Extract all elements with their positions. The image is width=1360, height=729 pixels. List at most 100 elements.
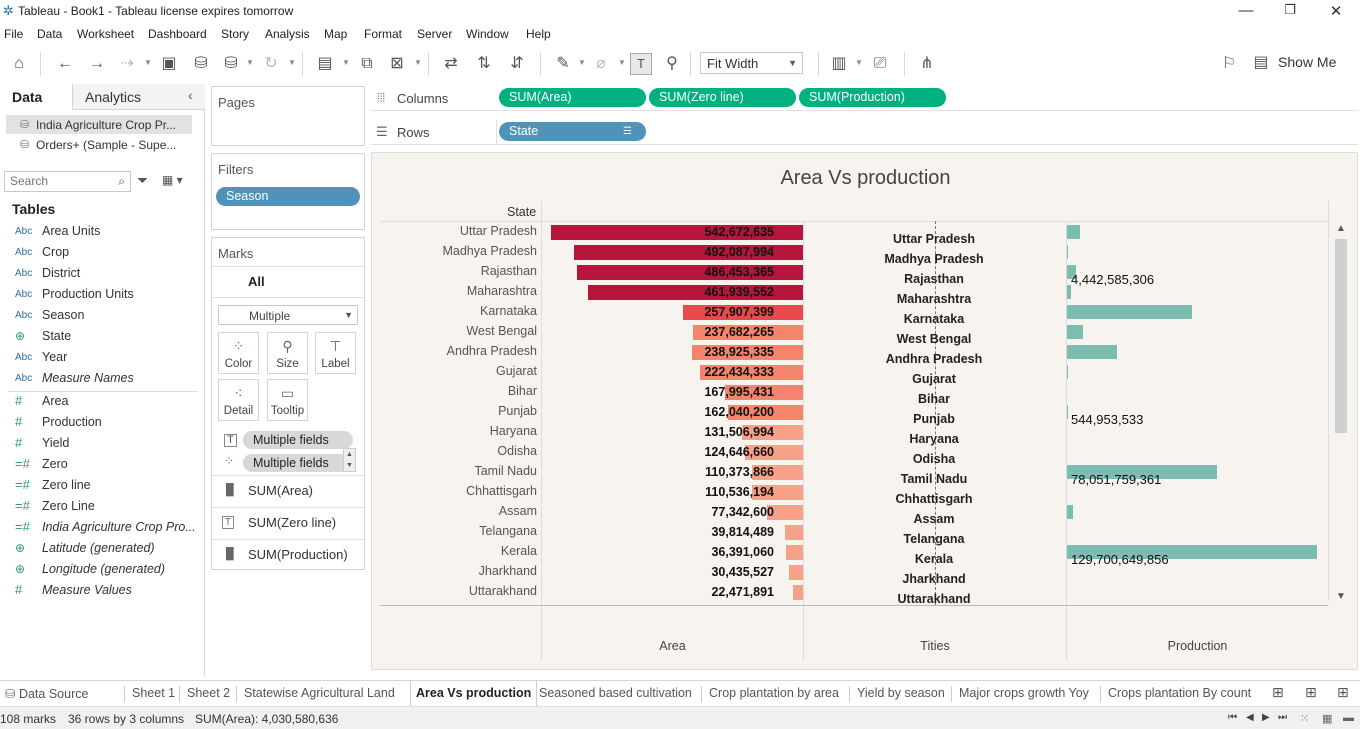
undo-icon[interactable]: ← <box>54 54 76 74</box>
field-zero-line[interactable]: =# Zero line <box>0 476 200 496</box>
menu-analysis[interactable]: Analysis <box>265 27 310 41</box>
fix-axes-icon[interactable]: ▥ <box>828 54 850 74</box>
state-row-label[interactable]: Assam <box>372 504 537 518</box>
field-measure-values[interactable]: # Measure Values <box>0 581 200 601</box>
redo-icon[interactable]: → <box>86 54 108 74</box>
field-latitude-generated[interactable]: ⊕ Latitude (generated) <box>0 539 200 559</box>
menu-worksheet[interactable]: Worksheet <box>77 27 134 41</box>
pause-updates-icon[interactable]: ⛁ <box>220 54 242 74</box>
pages-shelf[interactable]: Pages <box>211 86 365 146</box>
close-button[interactable]: ✕ <box>1326 2 1346 20</box>
search-field[interactable]: ⌕ <box>4 171 131 192</box>
datasource-item[interactable]: ⛁ India Agriculture Crop Pr... <box>6 115 192 134</box>
state-row-label[interactable]: Jharkhand <box>372 564 537 578</box>
minimize-button[interactable]: — <box>1236 2 1256 19</box>
state-row-label[interactable]: Bihar <box>372 384 537 398</box>
production-bar[interactable] <box>1067 225 1080 239</box>
state-row-label[interactable]: Maharashtra <box>372 284 537 298</box>
sheet-tab[interactable]: Crops plantation By count <box>1108 681 1251 706</box>
production-bar[interactable] <box>1067 285 1071 299</box>
area-bar[interactable] <box>786 545 803 560</box>
viz-scrollbar[interactable]: ▲ ▼ <box>1334 223 1348 607</box>
state-row-label[interactable]: West Bengal <box>372 324 537 338</box>
state-row-label[interactable]: Andhra Pradesh <box>372 344 537 358</box>
state-row-label[interactable]: Chhattisgarh <box>372 484 537 498</box>
state-row-label[interactable]: Madhya Pradesh <box>372 244 537 258</box>
filters-shelf[interactable]: Filters Season <box>211 153 365 230</box>
menu-file[interactable]: File <box>4 27 23 41</box>
new-worksheet-icon[interactable]: ⊞ <box>1272 681 1284 706</box>
field-area[interactable]: # Area <box>0 392 200 412</box>
filter-icon[interactable]: ⏷ <box>137 172 148 189</box>
field-yield[interactable]: # Yield <box>0 434 200 454</box>
state-row-label[interactable]: Uttarakhand <box>372 584 537 598</box>
sheet-tab[interactable]: Seasoned based cultivation <box>539 681 692 706</box>
marks-scrollbar[interactable]: ▲ ▼ <box>343 448 356 472</box>
state-row-label[interactable]: Tamil Nadu <box>372 464 537 478</box>
collapse-pane-icon[interactable]: ‹ <box>188 87 193 103</box>
filmstrip-icon[interactable]: ▦ <box>1322 712 1332 725</box>
sheet-tab[interactable]: Crop plantation by area <box>709 681 839 706</box>
prev-page-icon[interactable]: ◀ <box>1246 712 1254 723</box>
rows-shelf[interactable]: ☰ Rows State ☰ <box>371 120 1358 145</box>
columns-shelf[interactable]: ⦙⦙⦙ Columns SUM(Area) SUM(Zero line) SUM… <box>371 86 1358 111</box>
sheet-tab[interactable]: Yield by season <box>857 681 945 706</box>
field-measure-names[interactable]: Abc Measure Names <box>0 369 200 389</box>
field-district[interactable]: Abc District <box>0 264 200 284</box>
field-zero[interactable]: =# Zero <box>0 455 200 475</box>
menu-window[interactable]: Window <box>466 27 509 41</box>
column-pill-area[interactable]: SUM(Area) <box>499 88 646 107</box>
state-row-label[interactable]: Odisha <box>372 444 537 458</box>
menu-format[interactable]: Format <box>364 27 402 41</box>
sheet-tab[interactable]: Statewise Agricultural Land <box>244 681 395 706</box>
color-button[interactable]: ⁘ Color <box>218 332 259 374</box>
menu-data[interactable]: Data <box>37 27 62 41</box>
field-crop[interactable]: Abc Crop <box>0 243 200 263</box>
show-labels-icon[interactable]: T <box>630 53 652 75</box>
datasource-item[interactable]: ⛁ Orders+ (Sample - Supe... <box>6 135 192 154</box>
state-row-label[interactable]: Karnataka <box>372 304 537 318</box>
tabs-icon[interactable]: ▬ <box>1343 712 1354 724</box>
last-page-icon[interactable]: ⏭ <box>1278 712 1287 723</box>
state-row-label[interactable]: Uttar Pradesh <box>372 224 537 238</box>
new-story-icon[interactable]: ⊞ <box>1337 681 1349 706</box>
column-pill-production[interactable]: SUM(Production) <box>799 88 946 107</box>
production-bar[interactable] <box>1067 345 1117 359</box>
field-state[interactable]: ⊕ State <box>0 327 200 347</box>
sheet-tab[interactable]: Major crops growth Yoy <box>959 681 1089 706</box>
tab-analytics[interactable]: Analytics ‹ <box>72 84 205 110</box>
area-bar[interactable] <box>785 525 803 540</box>
fit-width-dropdown[interactable]: Fit Width ▼ <box>700 52 803 74</box>
sort-descending-icon[interactable]: ⇵ <box>506 54 528 74</box>
detail-button[interactable]: ⁖ Detail <box>218 379 259 421</box>
state-row-label[interactable]: Kerala <box>372 544 537 558</box>
field-year[interactable]: Abc Year <box>0 348 200 368</box>
new-datasource-icon[interactable]: ⛁ <box>190 54 212 74</box>
size-button[interactable]: ⚲ Size <box>267 332 308 374</box>
field-zero-line[interactable]: =# Zero Line <box>0 497 200 517</box>
filter-pill-season[interactable]: Season <box>216 187 360 206</box>
view-options-icon[interactable]: ▦ ▾ <box>162 173 183 187</box>
clear-sheet-icon[interactable]: ⊠ <box>386 54 408 74</box>
home-icon[interactable]: ⌂ <box>8 54 30 74</box>
next-page-icon[interactable]: ▶ <box>1262 712 1270 723</box>
menu-dashboard[interactable]: Dashboard <box>148 27 207 41</box>
field-area-units[interactable]: Abc Area Units <box>0 222 200 242</box>
field-production[interactable]: # Production <box>0 413 200 433</box>
sort-ascending-icon[interactable]: ⇅ <box>473 54 495 74</box>
state-row-label[interactable]: Rajasthan <box>372 264 537 278</box>
menu-story[interactable]: Story <box>221 27 249 41</box>
production-bar[interactable] <box>1067 505 1073 519</box>
column-pill-zero-line[interactable]: SUM(Zero line) <box>649 88 796 107</box>
show-me-button[interactable]: Show Me <box>1278 54 1336 70</box>
marks-all[interactable]: All <box>248 274 265 289</box>
sheet-tab[interactable]: ⛁ Data Source <box>5 681 88 706</box>
tooltip-button[interactable]: ▭ Tooltip <box>267 379 308 421</box>
menu-map[interactable]: Map <box>324 27 347 41</box>
first-page-icon[interactable]: ⏮ <box>1228 712 1237 723</box>
production-bar[interactable] <box>1067 365 1068 379</box>
state-row-label[interactable]: Haryana <box>372 424 537 438</box>
show-me-icon[interactable]: ▤ <box>1250 53 1272 73</box>
swap-icon[interactable]: ⇄ <box>440 54 462 74</box>
menu-help[interactable]: Help <box>526 27 551 41</box>
